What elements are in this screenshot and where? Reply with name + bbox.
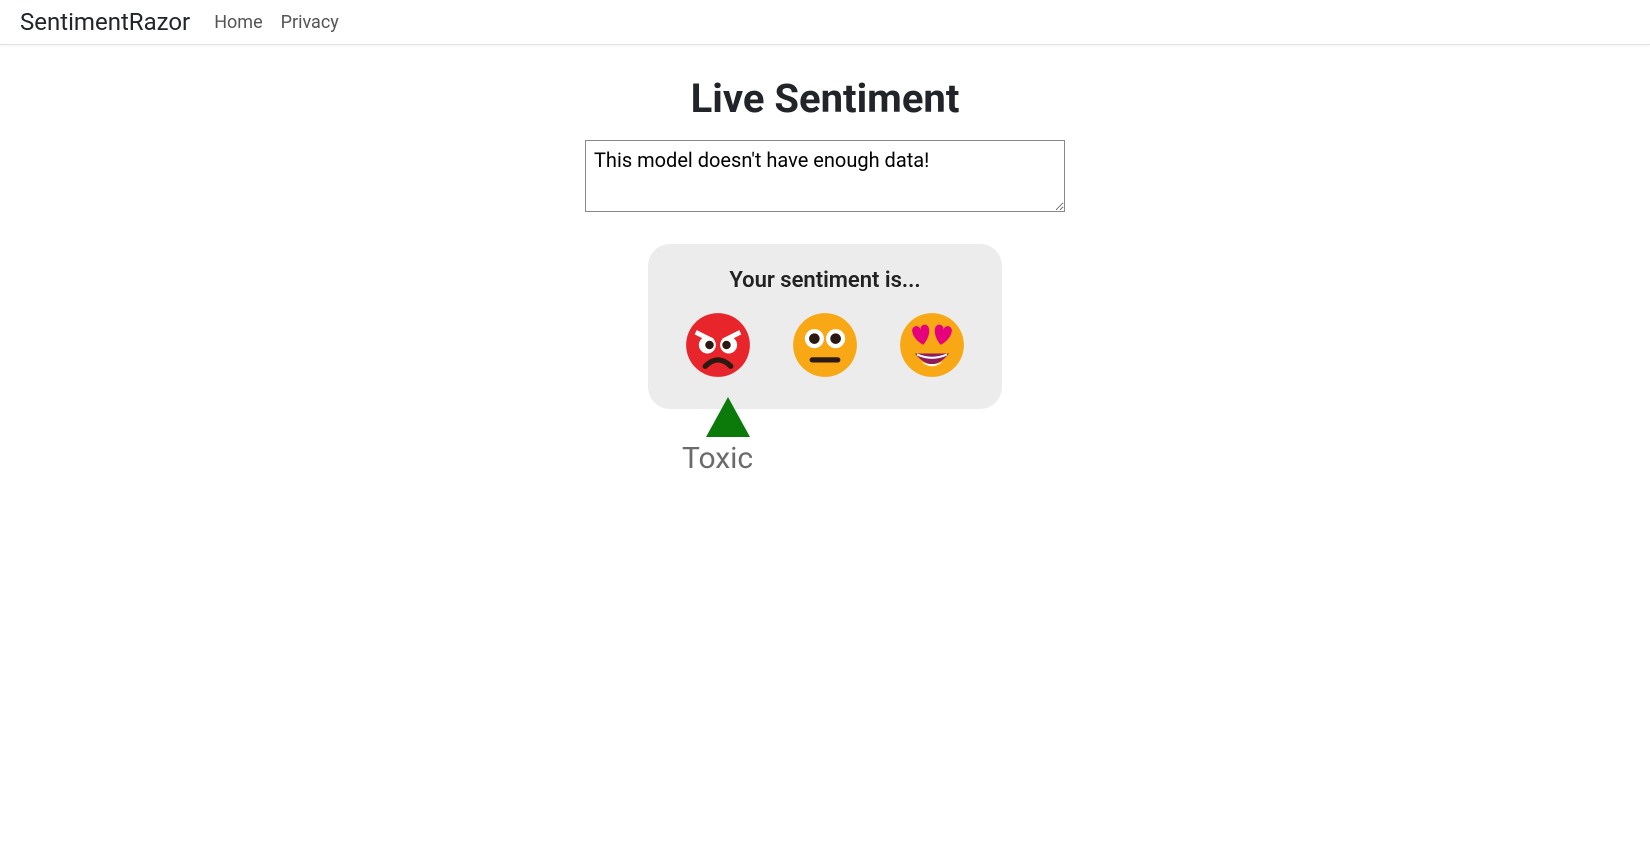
heart-eyes-face-icon [898, 311, 966, 379]
sentiment-input[interactable] [585, 140, 1065, 212]
input-wrap [0, 140, 1650, 212]
nav-privacy[interactable]: Privacy [281, 12, 339, 33]
marker-triangle-icon [706, 397, 750, 437]
navbar: SentimentRazor Home Privacy [0, 0, 1650, 45]
sentiment-card: Your sentiment is... [648, 244, 1002, 409]
emoji-row [668, 311, 982, 379]
marker-label: Toxic [682, 441, 753, 476]
card-title: Your sentiment is... [668, 268, 982, 293]
brand-link[interactable]: SentimentRazor [20, 8, 190, 36]
neutral-face-icon [791, 311, 859, 379]
angry-face-icon [684, 311, 752, 379]
page-title: Live Sentiment [0, 75, 1650, 122]
main-content: Live Sentiment Your sentiment is... [0, 45, 1650, 509]
marker-wrap: Toxic [648, 409, 1002, 509]
nav-home[interactable]: Home [214, 12, 262, 33]
sentiment-marker: Toxic [702, 397, 753, 476]
